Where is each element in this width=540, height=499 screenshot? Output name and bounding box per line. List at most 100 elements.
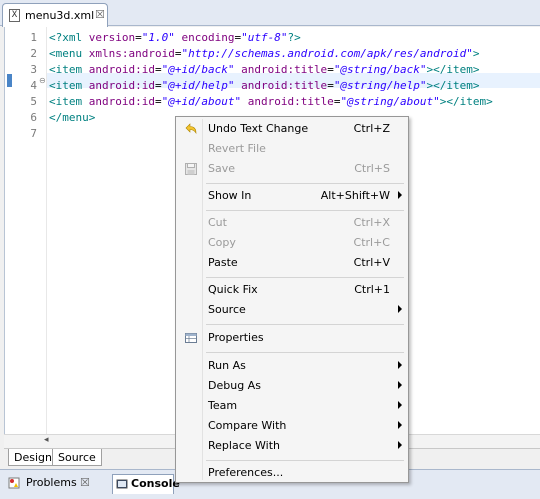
line-number: 1 xyxy=(30,31,37,44)
xml-tag: <item xyxy=(49,63,89,76)
menu-item-cut[interactable]: Cut Ctrl+X xyxy=(178,213,406,233)
menu-item-team[interactable]: Team xyxy=(178,396,406,416)
xml-value: "@string/help" xyxy=(333,79,427,92)
menu-item-save[interactable]: Save Ctrl+S xyxy=(178,159,406,179)
menu-item-label: Properties xyxy=(208,331,264,344)
scroll-left-icon[interactable]: ◂ xyxy=(44,435,49,445)
xml-value: "1.0" xyxy=(141,31,175,44)
xml-attr: android:title xyxy=(241,95,334,108)
xml-tag: <menu xyxy=(49,47,89,60)
tab-design[interactable]: Design xyxy=(8,449,58,466)
view-tab-console[interactable]: Console xyxy=(112,474,180,494)
menu-item-label: Source xyxy=(208,303,246,316)
save-disk-icon xyxy=(185,163,197,175)
close-icon[interactable]: ☒ xyxy=(80,476,90,489)
submenu-arrow-icon xyxy=(398,381,402,389)
xml-tag: ></item> xyxy=(426,79,480,92)
menu-item-shortcut: Ctrl+1 xyxy=(354,283,390,296)
menu-item-source[interactable]: Source xyxy=(178,300,406,320)
xml-attr: version xyxy=(88,31,136,44)
menu-item-label: Compare With xyxy=(208,419,287,432)
submenu-arrow-icon xyxy=(398,361,402,369)
xml-attr: encoding xyxy=(174,31,235,44)
xml-attr: android:id xyxy=(88,95,155,108)
xml-tag: <item xyxy=(49,79,89,92)
submenu-arrow-icon xyxy=(398,305,402,313)
menu-item-label: Quick Fix xyxy=(208,283,258,296)
menu-item-properties[interactable]: Properties xyxy=(178,328,406,348)
editor-tab-bar: X menu3d.xml ☒ xyxy=(0,0,540,27)
xml-eq: = xyxy=(135,31,142,44)
view-tab-problems-label: Problems xyxy=(26,476,77,489)
menu-item-label: Copy xyxy=(208,236,236,249)
menu-item-label: Save xyxy=(208,162,236,175)
menu-item-compare-with[interactable]: Compare With xyxy=(178,416,406,436)
xml-tag: <?xml xyxy=(49,31,89,44)
gutter-divider xyxy=(46,27,47,447)
xml-tag: > xyxy=(472,47,480,60)
xml-tag: <item xyxy=(49,95,89,108)
menu-separator xyxy=(206,183,404,184)
context-menu: Undo Text Change Ctrl+Z Revert File Save… xyxy=(175,116,409,483)
menu-item-label: Team xyxy=(208,399,238,412)
xml-value: "@+id/about" xyxy=(161,95,242,108)
editor-tab-title: menu3d.xml xyxy=(25,9,95,22)
line-number: 7 xyxy=(30,127,37,140)
submenu-arrow-icon xyxy=(398,441,402,449)
xml-eq: = xyxy=(327,79,334,92)
xml-value: "http://schemas.android.com/apk/res/andr… xyxy=(181,47,473,60)
tab-source[interactable]: Source xyxy=(52,449,102,466)
line-number: 4 xyxy=(30,79,37,92)
menu-item-label: Paste xyxy=(208,256,238,269)
code-line-2: <menu xmlns:android="http://schemas.andr… xyxy=(49,47,480,60)
xml-eq: = xyxy=(154,63,162,76)
fold-toggle-icon[interactable]: ⊖ xyxy=(39,76,46,85)
menu-item-undo[interactable]: Undo Text Change Ctrl+Z xyxy=(178,119,406,139)
code-line-1: <?xml version="1.0" encoding="utf-8"?> xyxy=(49,31,301,44)
menu-item-label: Undo Text Change xyxy=(208,122,309,135)
xml-eq: = xyxy=(327,63,334,76)
code-line-5: <item android:id="@+id/about" android:ti… xyxy=(49,95,493,108)
submenu-arrow-icon xyxy=(398,191,402,199)
change-marker xyxy=(7,74,12,87)
menu-item-run-as[interactable]: Run As xyxy=(178,356,406,376)
xml-tag: ></item> xyxy=(439,95,493,108)
undo-arrow-icon xyxy=(185,123,197,135)
xml-attr: android:id xyxy=(88,79,155,92)
xml-file-icon: X xyxy=(9,9,20,22)
xml-value: "@string/back" xyxy=(333,63,427,76)
menu-item-label: Cut xyxy=(208,216,227,229)
menu-item-shortcut: Ctrl+X xyxy=(353,216,390,229)
menu-item-copy[interactable]: Copy Ctrl+C xyxy=(178,233,406,253)
menu-separator xyxy=(206,277,404,278)
menu-item-show-in[interactable]: Show In Alt+Shift+W xyxy=(178,186,406,206)
menu-separator xyxy=(206,210,404,211)
properties-table-icon xyxy=(185,333,197,343)
problems-icon xyxy=(8,477,20,489)
xml-attr: android:title xyxy=(234,79,328,92)
menu-item-label: Replace With xyxy=(208,439,280,452)
close-icon[interactable]: ☒ xyxy=(95,8,105,21)
xml-attr: android:title xyxy=(234,63,328,76)
xml-tag: ></item> xyxy=(426,63,480,76)
menu-item-label: Preferences... xyxy=(208,466,284,479)
view-tab-console-label: Console xyxy=(131,477,180,490)
menu-item-preferences[interactable]: Preferences... xyxy=(178,463,406,483)
editor-tab[interactable]: X menu3d.xml ☒ xyxy=(2,3,108,27)
menu-item-debug-as[interactable]: Debug As xyxy=(178,376,406,396)
line-number: 6 xyxy=(30,111,37,124)
menu-item-label: Show In xyxy=(208,189,252,202)
menu-item-paste[interactable]: Paste Ctrl+V xyxy=(178,253,406,273)
menu-item-revert-file[interactable]: Revert File xyxy=(178,139,406,159)
xml-attr: xmlns:android xyxy=(88,47,175,60)
menu-item-quick-fix[interactable]: Quick Fix Ctrl+1 xyxy=(178,280,406,300)
line-number: 5 xyxy=(30,95,37,108)
code-line-6: </menu> xyxy=(49,111,95,124)
xml-tag: ?> xyxy=(287,31,301,44)
menu-item-replace-with[interactable]: Replace With xyxy=(178,436,406,456)
code-line-3: <item android:id="@+id/back" android:tit… xyxy=(49,63,480,76)
xml-value: "@+id/back" xyxy=(161,63,235,76)
submenu-arrow-icon xyxy=(398,421,402,429)
menu-item-shortcut: Alt+Shift+W xyxy=(320,189,390,202)
view-tab-problems[interactable]: Problems ☒ xyxy=(6,474,106,494)
